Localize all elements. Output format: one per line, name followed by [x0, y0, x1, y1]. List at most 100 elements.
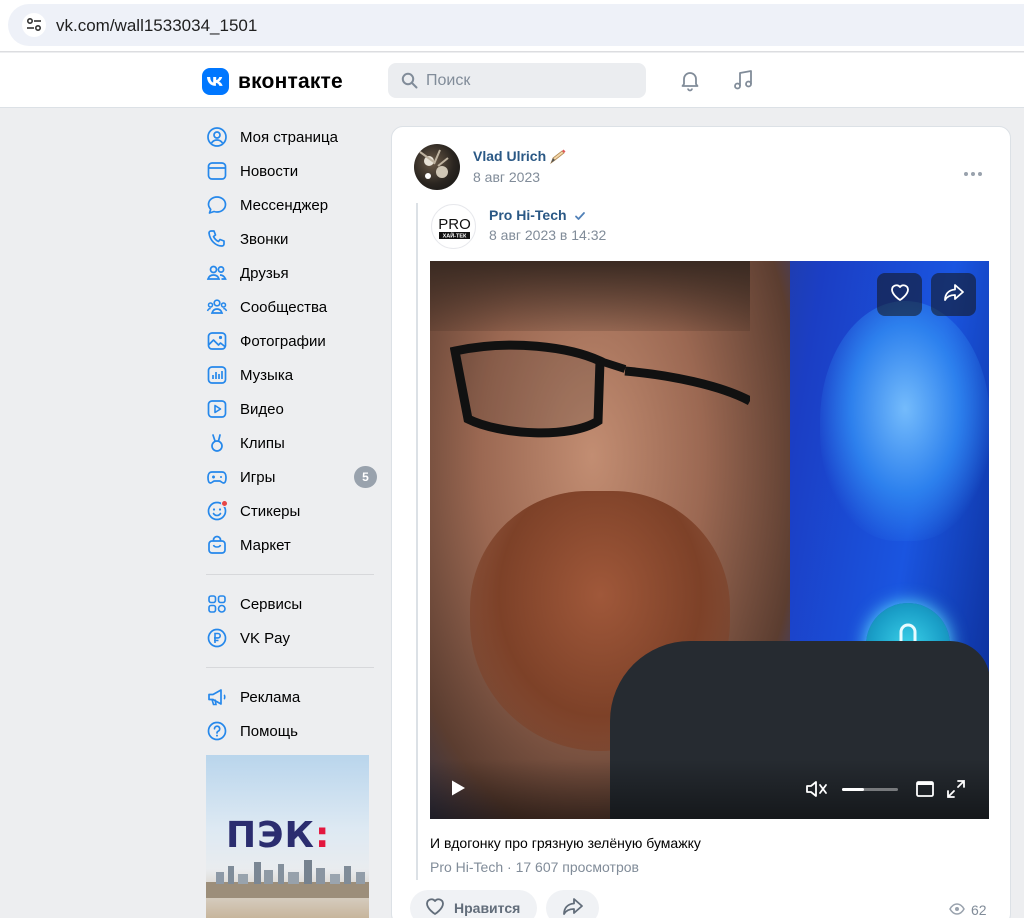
address-field[interactable]: vk.com/wall1533034_1501 — [8, 4, 1024, 46]
nav-divider — [206, 574, 374, 575]
message-icon — [206, 194, 228, 216]
nav-games[interactable]: Игры 5 — [200, 460, 380, 494]
nav-label: Маркет — [240, 536, 291, 554]
source-logo-top: PRO — [438, 216, 471, 233]
video-controls-bar — [430, 759, 989, 819]
play-icon[interactable] — [450, 779, 466, 802]
ad-brand-logo: ПЭК: — [226, 815, 330, 856]
video-icon — [206, 398, 228, 420]
video-player[interactable] — [430, 261, 989, 819]
ad-brand-mark: : — [314, 815, 331, 856]
nav-services[interactable]: Сервисы — [200, 587, 380, 621]
nav-divider — [206, 667, 374, 668]
phone-icon — [206, 228, 228, 250]
views-count: 62 — [971, 902, 987, 918]
source-post-date[interactable]: 8 авг 2023 в 14:32 — [489, 227, 606, 243]
music-icon — [206, 364, 228, 386]
browser-address-bar: vk.com/wall1533034_1501 — [0, 0, 1024, 52]
nav-photos[interactable]: Фотографии — [200, 324, 380, 358]
wall-post: Vlad Ulrich 8 авг 2023 PRO ХАЙ-ТЕК Pro H… — [391, 126, 1011, 918]
miniplayer-icon[interactable] — [915, 779, 935, 804]
market-bag-icon — [206, 534, 228, 556]
nav-label: Видео — [240, 400, 284, 418]
nav-label: Моя страница — [240, 128, 338, 146]
nav-label: Клипы — [240, 434, 285, 452]
nav-label: Друзья — [240, 264, 289, 282]
megaphone-icon — [206, 686, 228, 708]
nav-label: Игры — [240, 468, 276, 486]
nav-friends[interactable]: Друзья — [200, 256, 380, 290]
search-icon — [401, 72, 418, 94]
nav-ads[interactable]: Реклама — [200, 680, 380, 714]
logo-text: вконтакте — [238, 69, 343, 93]
share-arrow-icon — [943, 282, 965, 307]
nav-label: Сервисы — [240, 595, 303, 613]
help-icon — [206, 720, 228, 742]
gamepad-icon — [206, 466, 228, 488]
new-indicator-dot — [221, 500, 228, 507]
volume-slider[interactable] — [842, 788, 898, 791]
sidebar-ad-banner[interactable]: ПЭК: — [206, 755, 369, 918]
fullscreen-icon[interactable] — [946, 779, 966, 804]
eye-icon — [949, 902, 965, 918]
heart-icon — [889, 282, 911, 307]
share-button[interactable] — [546, 890, 599, 918]
nav-label: Музыка — [240, 366, 294, 384]
heart-outline-icon — [424, 896, 446, 918]
source-avatar[interactable]: PRO ХАЙ-ТЕК — [431, 204, 476, 249]
video-share-button[interactable] — [931, 273, 976, 316]
nav-stickers[interactable]: Стикеры — [200, 494, 380, 528]
pencil-emoji-icon — [549, 149, 567, 170]
nav-communities[interactable]: Сообщества — [200, 290, 380, 324]
nav-label: Звонки — [240, 230, 289, 248]
music-player-icon[interactable] — [731, 68, 755, 97]
nav-help[interactable]: Помощь — [200, 714, 380, 748]
like-label: Нравится — [454, 900, 521, 916]
views-counter: 62 — [949, 902, 987, 918]
nav-vkpay[interactable]: VK Pay — [200, 621, 380, 655]
site-settings-icon[interactable] — [22, 13, 46, 37]
search-input[interactable] — [426, 63, 636, 98]
nav-messenger[interactable]: Мессенджер — [200, 188, 380, 222]
nav-clips[interactable]: Клипы — [200, 426, 380, 460]
author-name-link[interactable]: Vlad Ulrich — [473, 148, 546, 164]
nav-label: Фотографии — [240, 332, 326, 350]
vk-logo-icon — [202, 68, 229, 95]
url-text[interactable]: vk.com/wall1533034_1501 — [56, 16, 257, 36]
nav-label: VK Pay — [240, 629, 291, 647]
communities-icon — [206, 296, 228, 318]
verified-check-icon — [574, 209, 586, 227]
more-options-icon[interactable] — [963, 164, 983, 182]
friends-icon — [206, 262, 228, 284]
video-like-button[interactable] — [877, 273, 922, 316]
nav-my-page[interactable]: Моя страница — [200, 120, 380, 154]
share-arrow-icon — [562, 896, 584, 918]
volume-slider-fill — [842, 788, 865, 791]
clips-icon — [206, 432, 228, 454]
search-box[interactable] — [388, 63, 646, 98]
newsfeed-icon — [206, 160, 228, 182]
city-skyline-image — [206, 860, 369, 898]
vk-logo[interactable]: вконтакте — [202, 68, 343, 95]
nav-calls[interactable]: Звонки — [200, 222, 380, 256]
nav-label: Помощь — [240, 722, 298, 740]
nav-market[interactable]: Маркет — [200, 528, 380, 562]
nav-video[interactable]: Видео — [200, 392, 380, 426]
nav-label: Новости — [240, 162, 299, 180]
user-circle-icon — [206, 126, 228, 148]
source-name-link[interactable]: Pro Hi-Tech — [489, 207, 567, 223]
nav-label: Мессенджер — [240, 196, 329, 214]
notifications-bell-icon[interactable] — [678, 68, 702, 97]
video-source-meta[interactable]: Pro Hi-Tech · 17 607 просмотров — [430, 859, 639, 875]
presenter-hair — [430, 261, 750, 331]
sticker-icon — [206, 500, 228, 522]
services-grid-icon — [206, 593, 228, 615]
volume-muted-icon[interactable] — [805, 779, 829, 804]
author-avatar[interactable] — [414, 144, 460, 190]
nav-news[interactable]: Новости — [200, 154, 380, 188]
left-nav: Моя страница Новости Мессенджер Звонки Д… — [200, 120, 380, 748]
post-date[interactable]: 8 авг 2023 — [473, 169, 540, 185]
like-button[interactable]: Нравится — [410, 890, 537, 918]
nav-music[interactable]: Музыка — [200, 358, 380, 392]
site-header: вконтакте — [0, 53, 1024, 108]
